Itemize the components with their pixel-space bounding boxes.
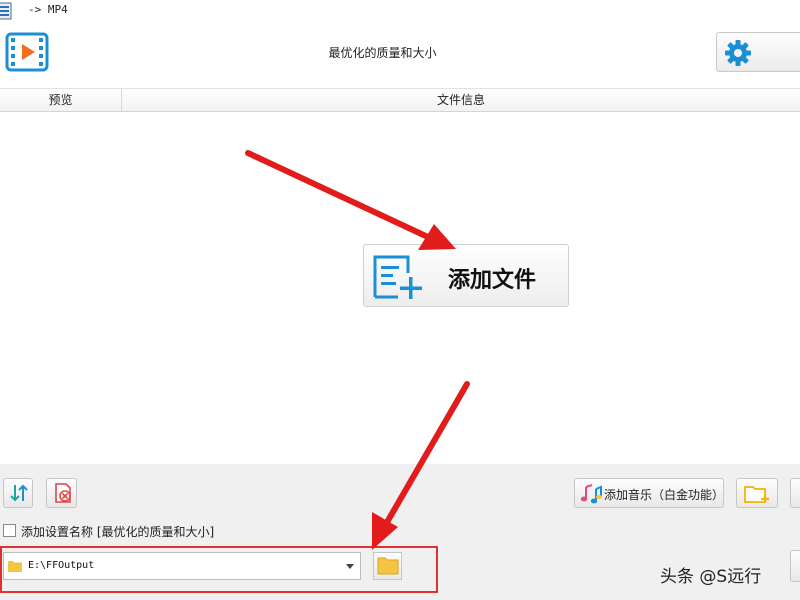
open-folder-icon [377, 557, 399, 575]
title-bar: -> MP4 [0, 0, 800, 22]
add-setting-name-checkbox[interactable] [3, 524, 16, 537]
toolbar-edge-button[interactable] [790, 478, 800, 508]
add-music-label: 添加音乐（白金功能） [604, 488, 725, 502]
add-setting-name-label: 添加设置名称 [最优化的质量和大小] [21, 525, 215, 539]
output-folder-path: E:\FFOutput [28, 560, 95, 571]
column-preview[interactable]: 预览 [0, 89, 122, 112]
column-file-info[interactable]: 文件信息 [122, 89, 800, 112]
browse-folder-button[interactable] [373, 552, 402, 580]
add-folder-button[interactable] [736, 478, 778, 508]
delete-file-icon [55, 483, 71, 503]
output-profile-title[interactable]: 最优化的质量和大小 [0, 44, 765, 61]
music-notes-icon [580, 484, 602, 504]
add-file-label: 添加文件 [448, 267, 537, 293]
remove-file-button[interactable] [46, 478, 77, 508]
add-music-button[interactable]: 添加音乐（白金功能） [574, 478, 724, 508]
add-file-button[interactable]: 添加文件 [363, 244, 569, 307]
sort-arrows-icon [10, 484, 28, 502]
window-title: -> MP4 [28, 3, 68, 16]
chevron-down-icon[interactable] [345, 561, 355, 571]
gear-icon [725, 40, 751, 66]
app-window: -> MP4 最优化的质量和大小 预览 文件信息 添加文件 添加音乐（白金功能）… [0, 0, 800, 600]
output-folder-select[interactable]: E:\FFOutput [3, 552, 361, 580]
sort-button[interactable] [3, 478, 33, 508]
app-icon [0, 2, 12, 20]
file-list-header: 预览 文件信息 [0, 88, 800, 112]
add-file-icon [373, 255, 422, 299]
folder-add-icon [744, 486, 769, 503]
watermark-text: 头条 @S远行 [660, 567, 762, 587]
header: 最优化的质量和大小 [0, 22, 800, 86]
settings-button[interactable] [716, 32, 800, 72]
folder-icon [8, 561, 22, 572]
start-button-edge[interactable] [790, 550, 800, 582]
